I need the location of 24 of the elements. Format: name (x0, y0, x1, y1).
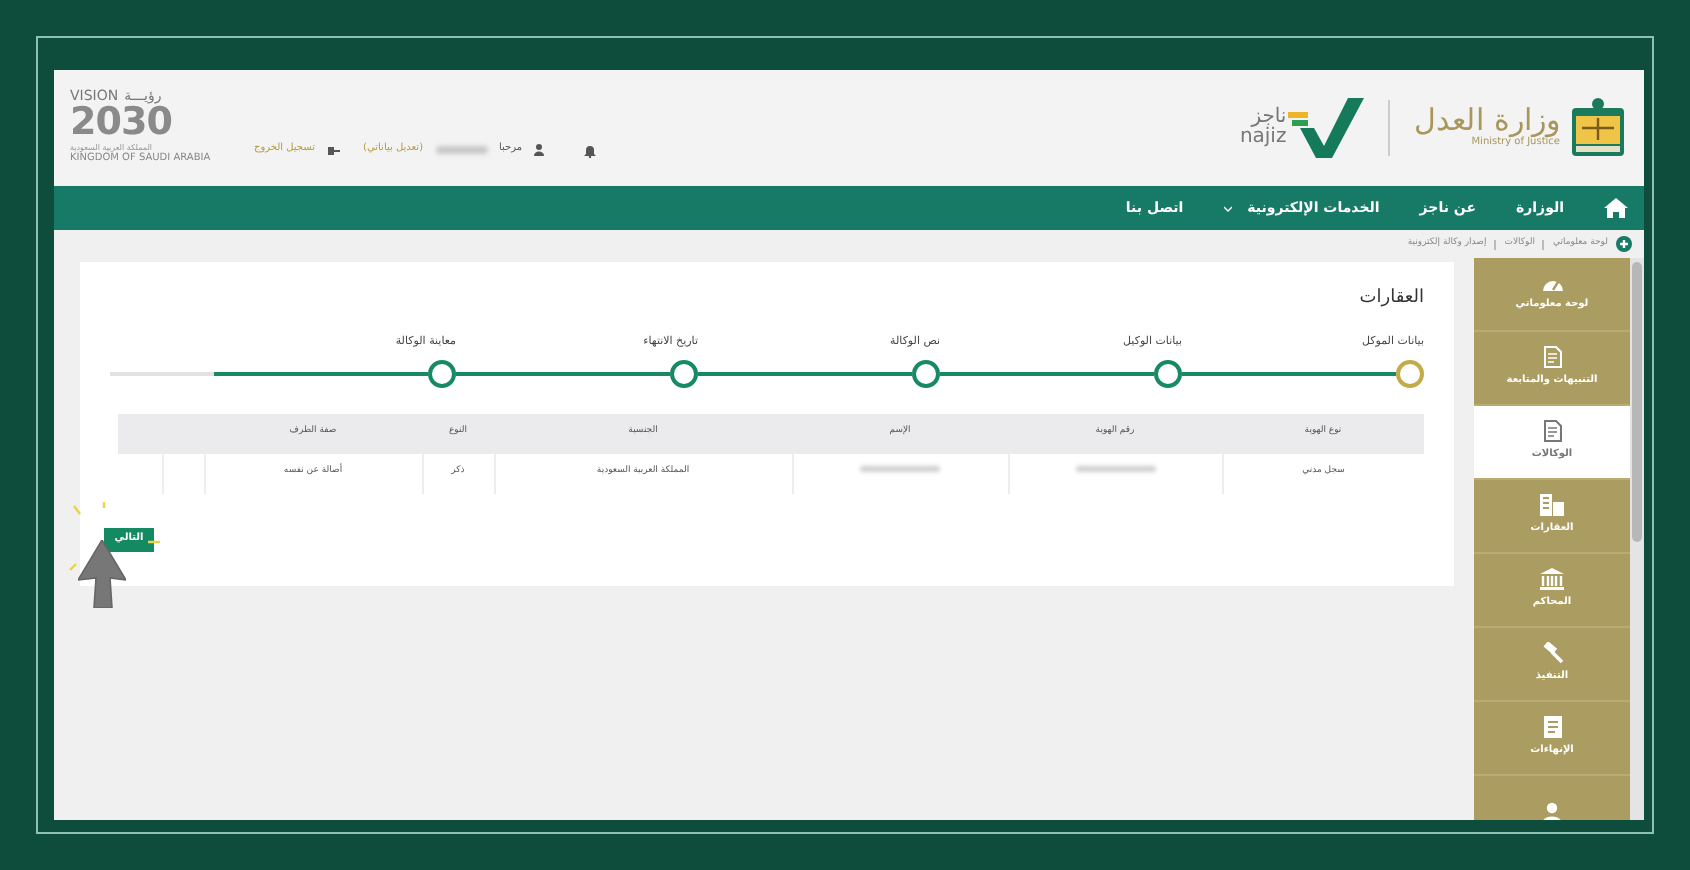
najiz-logo-text: ناجز (1251, 108, 1287, 128)
scrollbar-thumb[interactable] (1632, 262, 1642, 542)
document-icon (1543, 346, 1561, 369)
add-circle-icon[interactable] (1616, 236, 1632, 252)
blurred-text (1075, 466, 1155, 473)
document-icon (1543, 716, 1561, 739)
document-icon (1543, 420, 1561, 443)
breadcrumb-separator (1494, 239, 1497, 249)
courthouse-icon (1540, 568, 1564, 591)
cursor-icon (78, 540, 126, 608)
user-icon (534, 144, 545, 156)
person-icon (1540, 801, 1564, 820)
najiz-logo-text: najiz (1239, 128, 1287, 148)
gavel-icon (1541, 642, 1563, 665)
ministry-logo-text: وزارة العدل (1414, 106, 1560, 137)
emblem-icon (1568, 96, 1628, 160)
bell-icon[interactable] (584, 143, 597, 157)
blurred-text (860, 466, 940, 473)
home-icon[interactable] (1604, 198, 1628, 218)
logout-icon[interactable] (327, 145, 340, 155)
buildings-icon (1540, 494, 1564, 517)
breadcrumb-separator (1542, 239, 1545, 249)
najiz-check-icon (1288, 96, 1365, 160)
section-title: العقارات (1357, 286, 1424, 312)
